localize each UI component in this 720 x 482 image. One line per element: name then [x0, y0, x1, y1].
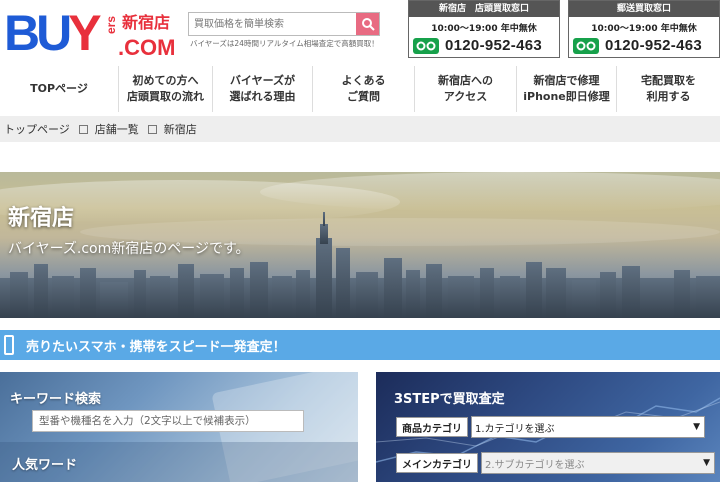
category-row: 商品カテゴリ 1.カテゴリを選ぶ ▼	[396, 416, 705, 438]
nav-item-repair[interactable]: 新宿店で修理 iPhone即日修理	[516, 66, 616, 112]
three-step-title: 3STEPで買取査定	[394, 392, 505, 407]
breadcrumb-stores[interactable]: 店舗一覧	[95, 121, 139, 137]
keyword-search-panel: キーワード検索 人気ワード	[0, 372, 358, 482]
main-nav: TOPページ 初めての方へ 店頭買取の流れ バイヤーズが 選ばれる理由 よくある ご質…	[0, 66, 720, 112]
contact-title: 新宿店 店頭買取窓口	[409, 1, 559, 17]
breadcrumb-current: 新宿店	[163, 123, 197, 136]
price-search-input[interactable]	[189, 13, 357, 35]
nav-item-faq[interactable]: よくある ご質問	[312, 66, 414, 112]
nav-item-top[interactable]: TOPページ	[0, 66, 118, 112]
keyword-search-input[interactable]	[32, 410, 304, 432]
dropdown-arrow-icon: ▼	[703, 458, 710, 468]
site-logo[interactable]: BUY ers 新宿店 .COM	[4, 4, 182, 60]
sub-category-select-value: 2.サブカテゴリを選ぶ	[485, 459, 585, 471]
phone-number: 0120-952-463	[605, 37, 703, 54]
search-button[interactable]	[356, 13, 379, 35]
freedial-icon	[573, 37, 599, 54]
nav-label: 新宿店への アクセス	[438, 74, 493, 103]
category-label: 商品カテゴリ	[396, 417, 468, 437]
logo-wordmark: BUY	[4, 5, 102, 61]
hero-subtitle: バイヤーズ.com新宿店のページです。	[8, 241, 250, 257]
main-category-label: メインカテゴリ	[396, 453, 478, 473]
header: BUY ers 新宿店 .COM バイヤーズは24時間リアルタイム相場査定で高額…	[0, 0, 720, 66]
sub-category-select[interactable]: 2.サブカテゴリを選ぶ ▼	[481, 452, 715, 474]
header-search	[188, 12, 380, 36]
contact-phone[interactable]: 0120-952-463	[573, 37, 702, 54]
category-select[interactable]: 1.カテゴリを選ぶ ▼	[471, 416, 705, 438]
breadcrumb-separator-icon	[147, 124, 157, 134]
breadcrumb-home[interactable]: トップページ	[4, 121, 70, 137]
hero-title: 新宿店	[8, 206, 75, 231]
popular-words-title: 人気ワード	[12, 458, 78, 473]
keyword-search-title: キーワード検索	[10, 392, 102, 407]
contact-title: 郵送買取窓口	[569, 1, 719, 17]
three-step-panel: 3STEPで買取査定 商品カテゴリ 1.カテゴリを選ぶ ▼ メインカテゴリ 2.…	[376, 372, 720, 482]
nav-item-access[interactable]: 新宿店への アクセス	[414, 66, 516, 112]
nav-item-why-us[interactable]: バイヤーズが 選ばれる理由	[212, 66, 312, 112]
mail-contact-box: 郵送買取窓口 10:00～19:00 年中無休 0120-952-463	[568, 0, 720, 58]
nav-label: TOPページ	[30, 82, 88, 95]
appraisal-banner: 売りたいスマホ・携帯をスピード一発査定！	[0, 330, 720, 360]
logo-subscript: ers	[104, 15, 118, 34]
breadcrumb: トップページ 店舗一覧 新宿店	[0, 116, 720, 142]
breadcrumb-separator-icon	[78, 124, 88, 134]
store-contact-box: 新宿店 店頭買取窓口 10:00～19:00 年中無休 0120-952-463	[408, 0, 560, 58]
nav-label: よくある ご質問	[341, 74, 386, 103]
dropdown-arrow-icon: ▼	[693, 422, 700, 432]
category-select-value: 1.カテゴリを選ぶ	[475, 423, 555, 435]
freedial-icon	[413, 37, 439, 54]
logo-domain: .COM	[118, 35, 176, 60]
contact-hours: 10:00～19:00 年中無休	[591, 24, 697, 34]
search-icon	[361, 18, 375, 31]
search-note: バイヤーズは24時間リアルタイム相場査定で高額買取！	[190, 39, 379, 48]
nav-item-first-time[interactable]: 初めての方へ 店頭買取の流れ	[118, 66, 212, 112]
nav-label: 新宿店で修理 iPhone即日修理	[523, 74, 610, 103]
phone-number: 0120-952-463	[445, 37, 543, 54]
smartphone-icon	[4, 335, 14, 355]
contact-hours: 10:00～19:00 年中無休	[431, 24, 537, 34]
contact-phone[interactable]: 0120-952-463	[413, 37, 542, 54]
main-category-row: メインカテゴリ 2.サブカテゴリを選ぶ ▼	[396, 452, 715, 474]
logo-store-name: 新宿店	[122, 13, 171, 32]
nav-label: バイヤーズが 選ばれる理由	[229, 74, 296, 103]
nav-label: 初めての方へ 店頭買取の流れ	[127, 74, 204, 103]
nav-item-delivery[interactable]: 宅配買取を 利用する	[616, 66, 720, 112]
appraisal-banner-text: 売りたいスマホ・携帯をスピード一発査定！	[26, 339, 286, 355]
nav-label: 宅配買取を 利用する	[641, 74, 696, 103]
hero-banner: 新宿店 バイヤーズ.com新宿店のページです。	[0, 172, 720, 318]
